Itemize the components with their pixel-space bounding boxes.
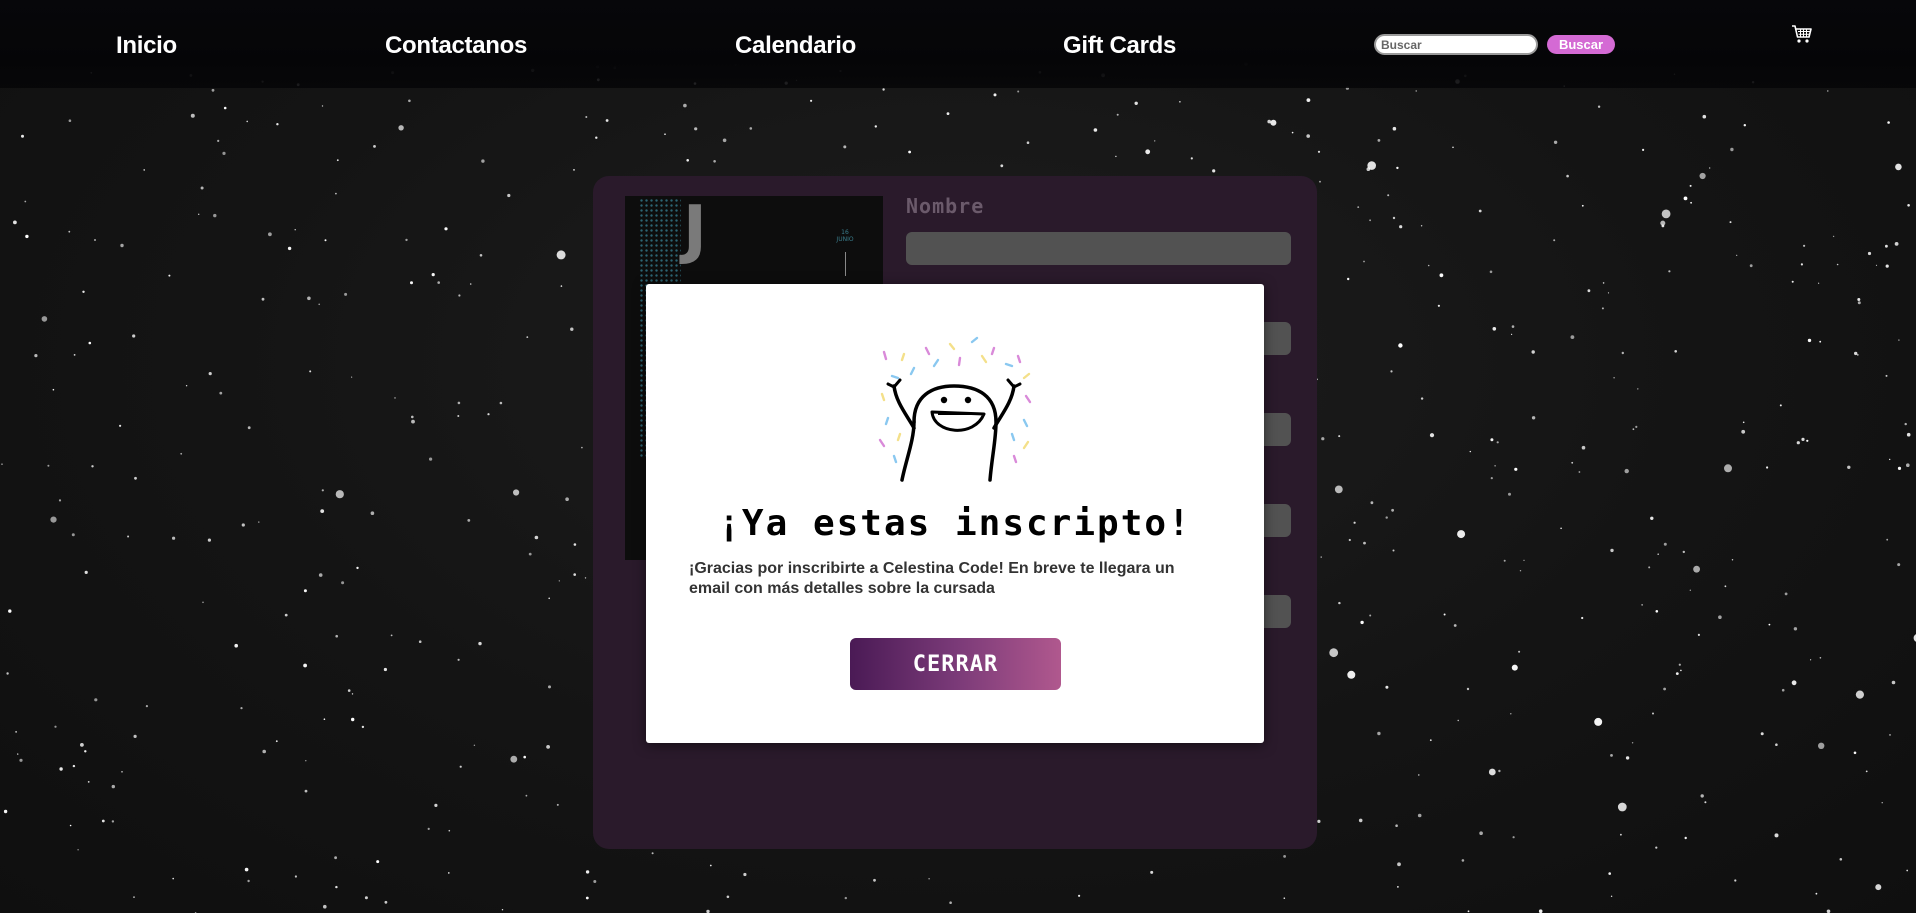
modal-message: ¡Gracias por inscribirte a Celestina Cod… xyxy=(689,560,1175,597)
confirmation-modal: ¡Ya estas inscripto! ¡Gracias por inscri… xyxy=(646,284,1264,743)
name-field-label: Nombre xyxy=(906,194,985,218)
nav-link-inicio[interactable]: Inicio xyxy=(116,32,177,60)
nav-link-contactanos[interactable]: Contactanos xyxy=(385,32,527,60)
poster-letter: J xyxy=(683,196,707,267)
celebrating-flork-icon xyxy=(878,336,1032,482)
scrollbar-edge xyxy=(1916,0,1920,913)
nav-link-gift-cards[interactable]: Gift Cards xyxy=(1063,32,1176,60)
name-field[interactable] xyxy=(906,232,1291,265)
search-input[interactable] xyxy=(1374,34,1538,55)
close-modal-button[interactable]: CERRAR xyxy=(850,638,1061,690)
nav-link-calendario[interactable]: Calendario xyxy=(735,32,856,60)
search-button[interactable]: Buscar xyxy=(1547,35,1615,54)
shopping-cart-icon[interactable] xyxy=(1790,22,1814,46)
modal-title: ¡Ya estas inscripto! xyxy=(718,503,1192,544)
poster-divider xyxy=(845,252,846,276)
page-background: Inicio Contactanos Calendario Gift Cards… xyxy=(0,0,1920,913)
top-navbar: Inicio Contactanos Calendario Gift Cards… xyxy=(0,0,1920,88)
poster-date: 16 JUNIO xyxy=(836,229,854,244)
